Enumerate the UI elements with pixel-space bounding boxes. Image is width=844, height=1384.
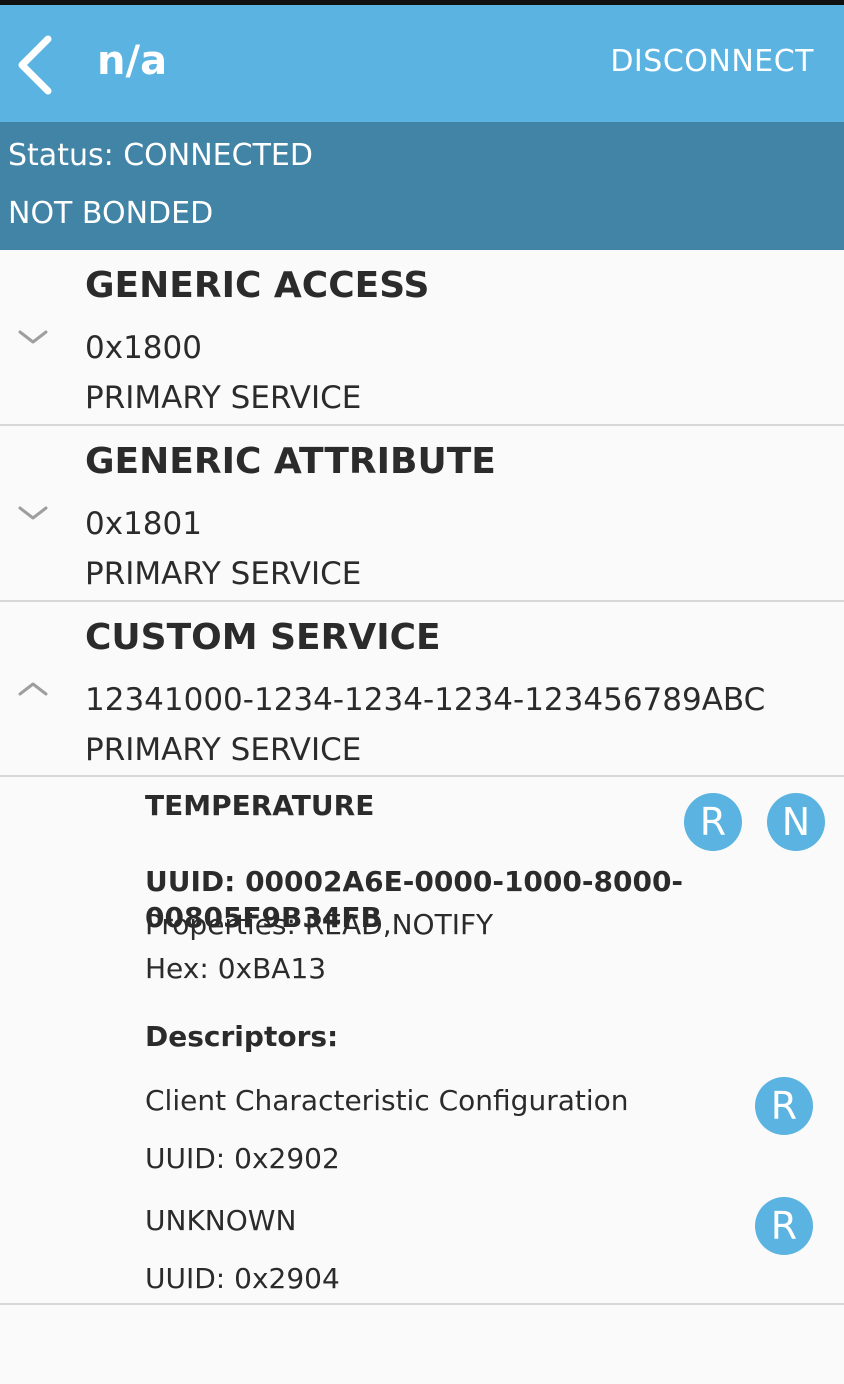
- descriptors-heading: Descriptors:: [145, 1020, 339, 1053]
- descriptor-name: UNKNOWN: [145, 1204, 297, 1237]
- service-type: PRIMARY SERVICE: [85, 556, 362, 592]
- characteristic-temperature: TEMPERATURE R N UUID: 00002A6E-0000-1000…: [0, 777, 844, 1305]
- disconnect-button[interactable]: DISCONNECT: [610, 42, 814, 82]
- characteristic-properties: Properties: READ,NOTIFY: [145, 908, 494, 941]
- descriptor-read-badge-button[interactable]: R: [755, 1197, 813, 1255]
- service-uuid: 0x1800: [85, 330, 202, 366]
- service-name: GENERIC ATTRIBUTE: [85, 441, 496, 482]
- notify-badge-button[interactable]: N: [767, 793, 825, 851]
- back-arrow-icon: [18, 35, 52, 95]
- chevron-down-icon: [16, 502, 50, 524]
- device-title: n/a: [97, 38, 168, 84]
- service-name: GENERIC ACCESS: [85, 265, 430, 306]
- chevron-down-icon: [16, 326, 50, 348]
- connection-status: Status: CONNECTED: [8, 138, 313, 173]
- descriptor-name: Client Characteristic Configuration: [145, 1084, 629, 1117]
- read-badge-button[interactable]: R: [684, 793, 742, 851]
- service-uuid: 0x1801: [85, 506, 202, 542]
- app-bar: n/a DISCONNECT: [0, 5, 844, 122]
- characteristic-hex: Hex: 0xBA13: [145, 952, 327, 985]
- descriptor-read-badge-button[interactable]: R: [755, 1077, 813, 1135]
- service-type: PRIMARY SERVICE: [85, 380, 362, 416]
- service-generic-attribute[interactable]: GENERIC ATTRIBUTE 0x1801 PRIMARY SERVICE: [0, 426, 844, 602]
- descriptor-uuid: UUID: 0x2904: [145, 1262, 340, 1295]
- bond-status: NOT BONDED: [8, 196, 214, 231]
- service-custom[interactable]: CUSTOM SERVICE 12341000-1234-1234-1234-1…: [0, 602, 844, 777]
- back-button[interactable]: [14, 33, 64, 97]
- services-list: GENERIC ACCESS 0x1800 PRIMARY SERVICE GE…: [0, 250, 844, 1384]
- connection-status-bar: Status: CONNECTED NOT BONDED: [0, 122, 844, 250]
- service-type: PRIMARY SERVICE: [85, 732, 362, 768]
- service-uuid: 12341000-1234-1234-1234-123456789ABC: [85, 682, 766, 718]
- empty-space: [0, 1305, 844, 1384]
- service-generic-access[interactable]: GENERIC ACCESS 0x1800 PRIMARY SERVICE: [0, 250, 844, 426]
- characteristic-name: TEMPERATURE: [145, 789, 375, 822]
- descriptor-uuid: UUID: 0x2902: [145, 1142, 340, 1175]
- chevron-up-icon: [16, 678, 50, 700]
- service-name: CUSTOM SERVICE: [85, 617, 441, 658]
